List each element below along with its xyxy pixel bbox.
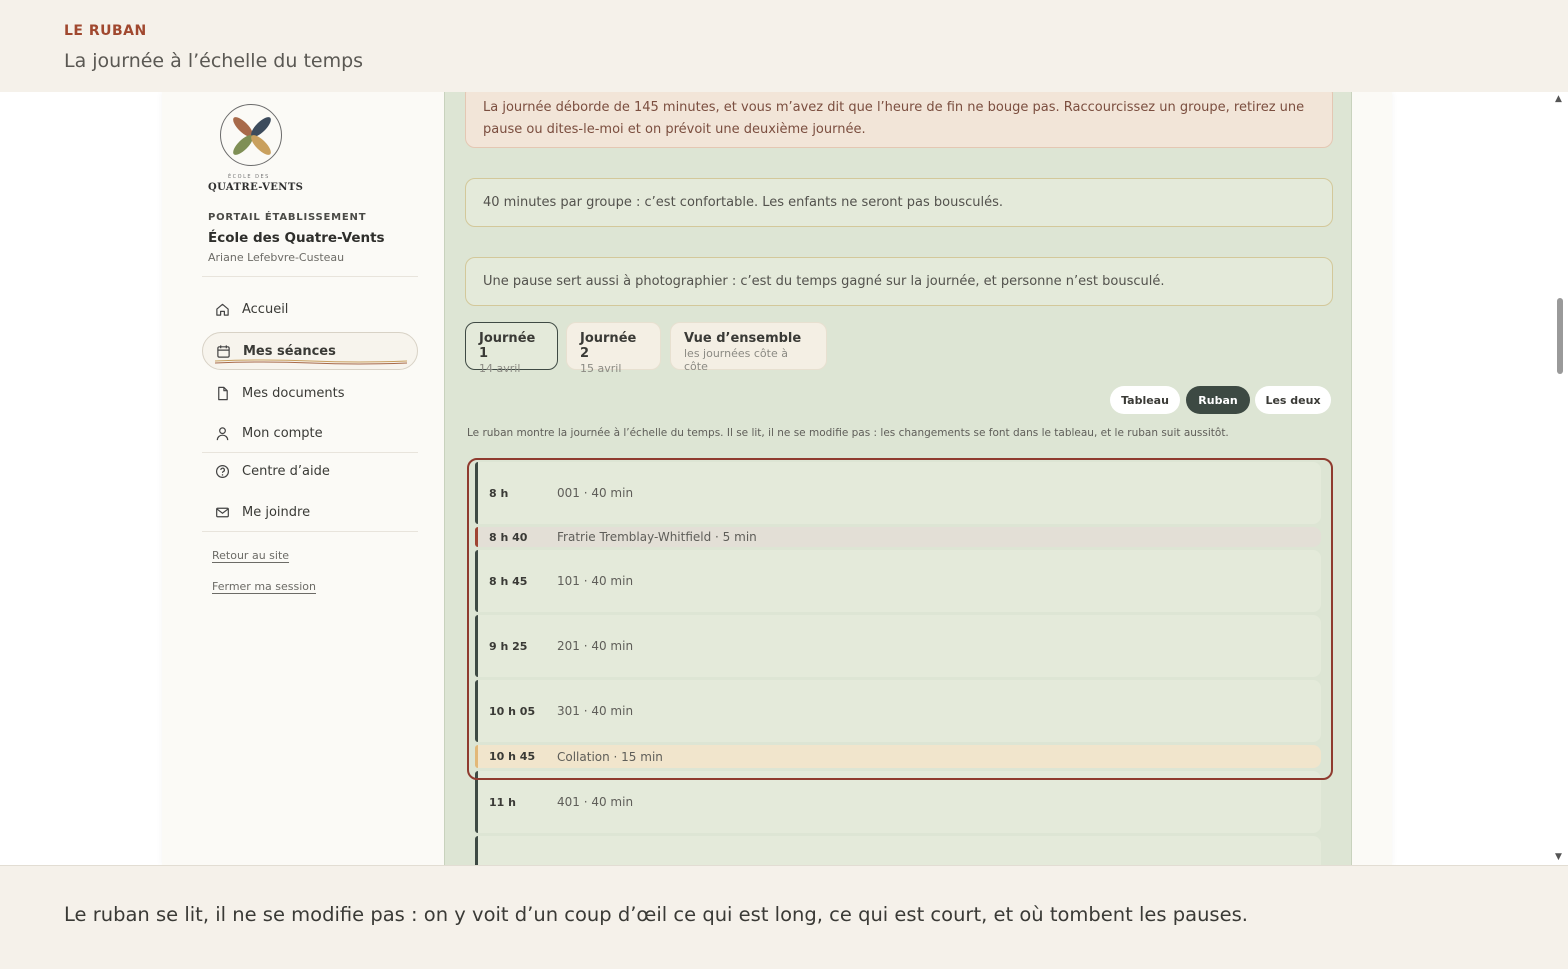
nav-label: Mes séances bbox=[243, 343, 336, 359]
overflow-warning: La journée déborde de 145 minutes, et vo… bbox=[465, 92, 1333, 148]
ribbon-label: 201 · 40 min bbox=[557, 639, 634, 653]
divider bbox=[202, 276, 418, 277]
nav-item-accueil[interactable]: Accueil bbox=[202, 290, 418, 328]
document-icon bbox=[214, 385, 230, 401]
view-toggle-ruban[interactable]: Ruban bbox=[1186, 386, 1250, 414]
ribbon-label: 101 · 40 min bbox=[557, 574, 634, 588]
nav-label: Centre d’aide bbox=[242, 463, 330, 479]
user-icon bbox=[214, 425, 230, 441]
nav-label: Mon compte bbox=[242, 425, 323, 441]
tab-title: Vue d’ensemble bbox=[684, 331, 802, 346]
browser-viewport: ÉCOLE DES QUATRE-VENTS PORTAIL ÉTABLISSE… bbox=[0, 92, 1568, 865]
active-underline bbox=[215, 359, 407, 365]
nav-item-mon-compte[interactable]: Mon compte bbox=[202, 414, 418, 452]
ribbon-group bbox=[475, 836, 1321, 865]
nav-item-me-joindre[interactable]: Me joindre bbox=[202, 493, 418, 531]
notice-text: 40 minutes par groupe : c’est confortabl… bbox=[483, 194, 1004, 210]
ribbon-group: 11 h 401 · 40 min bbox=[475, 771, 1321, 833]
back-to-site-link[interactable]: Retour au site bbox=[212, 549, 289, 562]
ribbon-time: 8 h 40 bbox=[489, 530, 528, 544]
ribbon-group: 9 h 25 201 · 40 min bbox=[475, 615, 1321, 677]
caption-text: Le ruban se lit, il ne se modifie pas : … bbox=[64, 903, 1248, 926]
ribbon-label: Fratrie Tremblay-Whitfield · 5 min bbox=[557, 530, 757, 544]
calendar-icon bbox=[215, 343, 231, 359]
ribbon-sibling: 8 h 40 Fratrie Tremblay-Whitfield · 5 min bbox=[475, 527, 1321, 547]
mail-icon bbox=[214, 504, 230, 520]
school-logo-icon bbox=[220, 104, 282, 166]
section-kicker: LE RUBAN bbox=[64, 23, 147, 39]
caption-band: Le ruban se lit, il ne se modifie pas : … bbox=[0, 865, 1568, 969]
main-panel: La journée déborde de 145 minutes, et vo… bbox=[444, 92, 1352, 865]
scroll-up-icon[interactable]: ▲ bbox=[1555, 94, 1562, 104]
tab-vue-ensemble[interactable]: Vue d’ensemble les journées côte à côte bbox=[670, 322, 827, 373]
ribbon-time: 10 h 45 bbox=[489, 750, 536, 763]
ribbon-time: 10 h 05 bbox=[489, 704, 536, 718]
header-band: LE RUBAN La journée à l’échelle du temps bbox=[0, 0, 1568, 92]
nav-item-mes-seances[interactable]: Mes séances bbox=[202, 332, 418, 370]
logout-link[interactable]: Fermer ma session bbox=[212, 580, 316, 593]
help-icon bbox=[214, 463, 230, 479]
ribbon-hint: Le ruban montre la journée à l’échelle d… bbox=[467, 427, 1229, 439]
notice-text: La journée déborde de 145 minutes, et vo… bbox=[483, 100, 1305, 137]
nav-item-centre-aide[interactable]: Centre d’aide bbox=[202, 452, 418, 490]
user-name: Ariane Lefebvre-Custeau bbox=[208, 251, 345, 264]
portal-label: PORTAIL ÉTABLISSEMENT bbox=[208, 212, 367, 223]
ribbon-group: 10 h 05 301 · 40 min bbox=[475, 680, 1321, 742]
logo-small-text: ÉCOLE DES bbox=[228, 174, 270, 180]
ribbon-group: 8 h 001 · 40 min bbox=[475, 462, 1321, 524]
ribbon-group: 8 h 45 101 · 40 min bbox=[475, 550, 1321, 612]
page-scrollbar[interactable]: ▲ ▼ bbox=[1552, 92, 1568, 865]
view-toggle-tableau[interactable]: Tableau bbox=[1110, 386, 1180, 414]
nav-item-mes-documents[interactable]: Mes documents bbox=[202, 374, 418, 412]
scrollbar-thumb[interactable] bbox=[1557, 298, 1563, 374]
divider bbox=[202, 531, 418, 532]
tab-title: Journée 2 bbox=[580, 331, 637, 361]
scroll-down-icon[interactable]: ▼ bbox=[1555, 852, 1562, 862]
ribbon-time: 9 h 25 bbox=[489, 639, 528, 653]
notice-text: Une pause sert aussi à photographier : c… bbox=[483, 273, 1165, 289]
ribbon-label: 001 · 40 min bbox=[557, 486, 634, 500]
nav-label: Accueil bbox=[242, 301, 289, 317]
home-icon bbox=[214, 301, 230, 317]
ribbon-snack: 10 h 45 Collation · 15 min bbox=[475, 745, 1321, 768]
tab-subtitle: les journées côte à côte bbox=[684, 347, 788, 373]
tab-journee-1[interactable]: Journée 1 14 avril bbox=[465, 322, 558, 375]
ribbon-time: 8 h 45 bbox=[489, 574, 528, 588]
tab-title: Journée 1 bbox=[479, 331, 536, 361]
nav-label: Mes documents bbox=[242, 385, 345, 401]
tab-date: 15 avril bbox=[580, 362, 622, 375]
view-toggle-les-deux[interactable]: Les deux bbox=[1255, 386, 1331, 414]
ribbon-time: 11 h bbox=[489, 795, 516, 809]
tab-date: 14 avril bbox=[479, 362, 521, 375]
ribbon-label: 401 · 40 min bbox=[557, 795, 634, 809]
ribbon-label: Collation · 15 min bbox=[557, 749, 663, 764]
group-duration-note: 40 minutes par groupe : c’est confortabl… bbox=[465, 178, 1333, 227]
logo-wordmark: QUATRE-VENTS bbox=[208, 182, 304, 193]
sidebar: ÉCOLE DES QUATRE-VENTS PORTAIL ÉTABLISSE… bbox=[162, 92, 444, 865]
school-name: École des Quatre-Vents bbox=[208, 230, 385, 246]
nav-label: Me joindre bbox=[242, 504, 311, 520]
ribbon-time: 8 h bbox=[489, 486, 509, 500]
break-note: Une pause sert aussi à photographier : c… bbox=[465, 257, 1333, 306]
ribbon-label: 301 · 40 min bbox=[557, 704, 634, 718]
app-frame: ÉCOLE DES QUATRE-VENTS PORTAIL ÉTABLISSE… bbox=[162, 92, 1392, 865]
section-title: La journée à l’échelle du temps bbox=[64, 50, 364, 72]
tab-journee-2[interactable]: Journée 2 15 avril bbox=[566, 322, 661, 375]
timeline-ribbon: 8 h 001 · 40 min 8 h 40 Fratrie Tremblay-Wh… bbox=[465, 452, 1333, 865]
